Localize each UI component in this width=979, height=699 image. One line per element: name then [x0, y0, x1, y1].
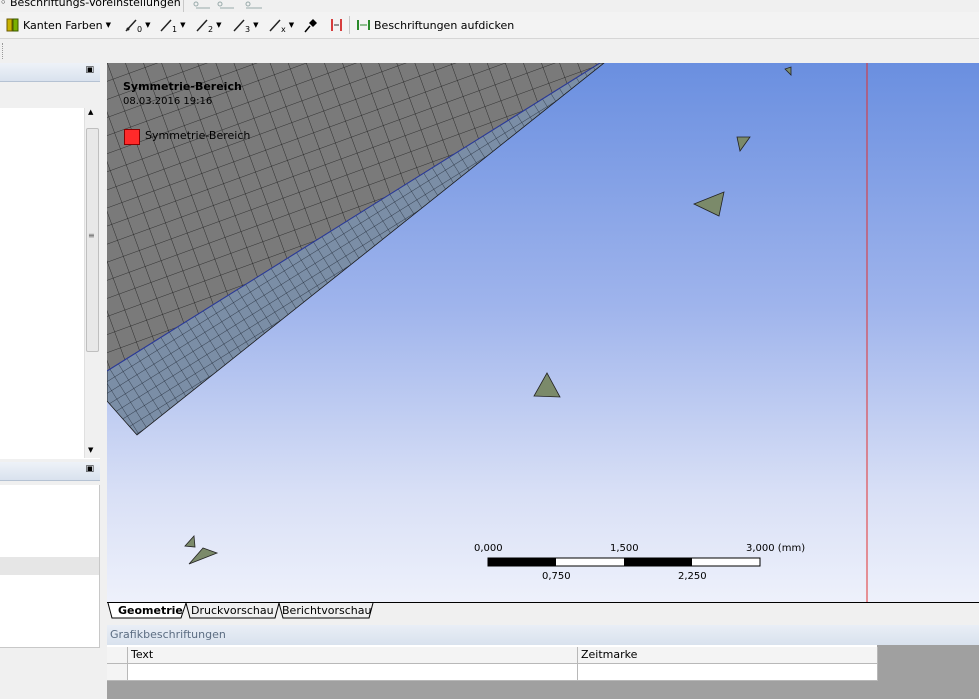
- triad-marker: [693, 191, 725, 217]
- scale-label-1: 1,500: [610, 543, 639, 554]
- scale-label-4: 2,250: [678, 571, 707, 582]
- scale-label-2: 3,000 (mm): [746, 543, 806, 554]
- tab-geometry[interactable]: Geometrie: [118, 604, 183, 617]
- legend-item-label: Symmetrie-Bereich: [145, 129, 251, 142]
- tab-report-preview[interactable]: Berichtvorschau: [282, 604, 371, 617]
- annotations-panel-body: Text Zeitmarke: [107, 645, 979, 699]
- edge-color-icon: [6, 18, 19, 32]
- column-header-timestamp[interactable]: Zeitmarke: [578, 647, 878, 664]
- scale-label-3: 0,750: [542, 571, 571, 582]
- toolbar-separator: [349, 16, 350, 34]
- details-row[interactable]: [0, 629, 100, 648]
- pin-icon[interactable]: ▣: [85, 65, 94, 75]
- chevron-down-icon: ▼: [145, 20, 151, 29]
- outline-panel-header: ▣: [0, 63, 100, 82]
- triad-marker: [784, 66, 792, 76]
- triad-marker: [736, 136, 751, 152]
- annotations-panel-header: Grafikbeschriftungen: [107, 625, 979, 645]
- empty-toolbar-row: [0, 39, 979, 63]
- scroll-up-icon[interactable]: ▲: [88, 108, 93, 116]
- edge-tool-x-label: x: [281, 24, 286, 34]
- vertical-splitter[interactable]: [100, 63, 107, 699]
- details-panel-header: ▣: [0, 462, 100, 481]
- legend-date: 08.03.2016 19:16: [123, 96, 213, 107]
- pin-tool-button[interactable]: [303, 16, 319, 34]
- pin-icon: [304, 19, 317, 33]
- tab-print-preview[interactable]: Druckvorschau: [191, 604, 274, 617]
- chevron-down-icon: ▼: [288, 20, 295, 29]
- label-presets-label: Beschriftungs-Voreinstellungen: [10, 0, 181, 9]
- legend-title: Symmetrie-Bereich: [123, 80, 242, 93]
- outline-panel-toolbar: [0, 82, 100, 108]
- thin-edges-button[interactable]: [329, 16, 345, 34]
- chevron-down-icon: ▼: [105, 20, 111, 29]
- pin-icon[interactable]: ▣: [85, 464, 94, 474]
- text-cell[interactable]: [128, 664, 578, 681]
- thicken-icon: [357, 20, 370, 30]
- scale-label-0: 0,000: [474, 543, 503, 554]
- details-row[interactable]: [0, 503, 100, 522]
- column-header-text[interactable]: Text: [128, 647, 578, 664]
- toolbar-separator: [183, 0, 184, 12]
- legend-color-swatch: [124, 129, 140, 145]
- edge-tool-3-button[interactable]: 3 ▼: [232, 16, 258, 34]
- edge-tool-0-button[interactable]: 0 ▼: [124, 16, 150, 34]
- triad-marker: [188, 547, 219, 565]
- label-tool-icons[interactable]: [192, 0, 272, 12]
- grip-icon: ≡: [88, 231, 95, 240]
- toolbar-gripper[interactable]: [2, 43, 6, 59]
- row-header[interactable]: [107, 664, 128, 681]
- thin-edges-icon: [331, 19, 342, 31]
- timestamp-cell[interactable]: [578, 664, 878, 681]
- details-row[interactable]: [0, 485, 100, 504]
- edge-tool-2-button[interactable]: 2 ▼: [195, 16, 221, 34]
- edge-tool-1-label: 1: [172, 24, 178, 34]
- triad-marker: [184, 535, 196, 548]
- triad-marker: [533, 372, 561, 398]
- label-presets-button[interactable]: ◦ Beschriftungs-Voreinstellungen: [0, 0, 181, 9]
- thicken-annotations-label: Beschriftungen aufdicken: [374, 18, 515, 32]
- edge-tool-1-button[interactable]: 1 ▼: [159, 16, 185, 34]
- mesh-canvas[interactable]: [107, 63, 979, 603]
- details-panel-body: [0, 481, 100, 699]
- label-presets-toolbar: ◦ Beschriftungs-Voreinstellungen: [0, 0, 979, 12]
- graphics-viewport[interactable]: Symmetrie-Bereich 08.03.2016 19:16 Symme…: [107, 63, 979, 603]
- edge-tool-2-label: 2: [208, 24, 214, 34]
- annotations-grid: Text Zeitmarke: [107, 645, 878, 681]
- view-tabs: Geometrie Druckvorschau Berichtvorschau: [107, 602, 979, 619]
- edge-colors-label: Kanten Farben: [23, 18, 103, 32]
- details-group-row[interactable]: [0, 557, 100, 576]
- outline-scrollbar-thumb[interactable]: ≡: [86, 128, 99, 352]
- chevron-down-icon: ▼: [253, 20, 259, 29]
- details-row[interactable]: [0, 593, 100, 612]
- row-header-corner: [107, 647, 128, 664]
- edge-colors-button[interactable]: Kanten Farben ▼: [6, 16, 111, 34]
- chevron-down-icon: ▼: [216, 20, 222, 29]
- details-row[interactable]: [0, 611, 100, 630]
- details-row[interactable]: [0, 539, 100, 558]
- scroll-down-icon[interactable]: ▼: [88, 446, 93, 454]
- edge-tool-3-label: 3: [245, 24, 251, 34]
- details-row[interactable]: [0, 575, 100, 594]
- edge-display-toolbar: Kanten Farben ▼ 0 ▼ 1 ▼ 2 ▼ 3 ▼ x ▼ Besc…: [0, 12, 979, 39]
- thicken-annotations-button[interactable]: Beschriftungen aufdicken: [357, 16, 514, 34]
- details-row[interactable]: [0, 521, 100, 540]
- annotations-panel-title: Grafikbeschriftungen: [110, 628, 226, 641]
- scale-bar: [487, 557, 761, 567]
- chevron-down-icon: ▼: [180, 20, 186, 29]
- edge-tool-x-button[interactable]: x ▼: [268, 16, 294, 34]
- edge-tool-0-label: 0: [137, 24, 143, 34]
